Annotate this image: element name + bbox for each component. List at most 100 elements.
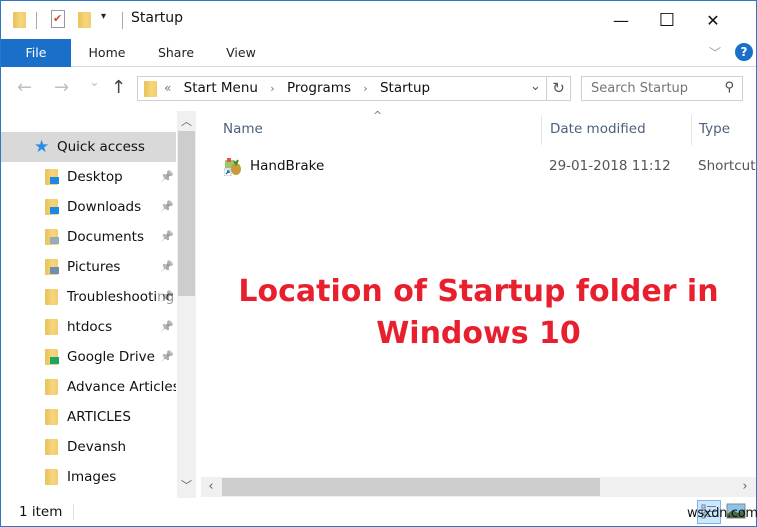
scrollbar-thumb[interactable]	[222, 478, 600, 496]
sidebar-item-label: Quick access	[57, 139, 145, 155]
content-horizontal-scrollbar[interactable]: ‹ ›	[201, 477, 756, 497]
pin-icon[interactable]: 📌	[158, 342, 174, 372]
properties-icon[interactable]	[51, 10, 65, 28]
scrollbar-thumb[interactable]	[178, 131, 195, 296]
column-header-date-modified[interactable]: Date modified	[550, 111, 646, 147]
sidebar-item-pictures[interactable]: Pictures 📌	[1, 252, 176, 282]
minimize-button[interactable]: —	[598, 1, 644, 39]
title-bar: ▾ Startup — ☐ ✕	[1, 1, 756, 39]
customize-dropdown-icon[interactable]: ▾	[101, 11, 106, 22]
window-title: Startup	[131, 10, 183, 26]
file-name[interactable]: HandBrake	[250, 151, 324, 181]
breadcrumb: « Start Menu › Programs › Startup	[164, 80, 430, 96]
sidebar-item-articles[interactable]: ARTICLES	[1, 402, 176, 432]
file-explorer-window: ▾ Startup — ☐ ✕ File Home Share View ﹀ ?…	[0, 0, 757, 527]
pin-icon[interactable]: 📌	[158, 282, 174, 312]
toolbar-separator	[122, 12, 123, 29]
scroll-right-arrow[interactable]: ›	[735, 477, 755, 497]
column-header-type[interactable]: Type	[699, 111, 730, 147]
address-bar[interactable]: « Start Menu › Programs › Startup ⌄	[137, 76, 547, 101]
file-list-pane: ^ Name Date modified Type HandBrake 29-0…	[201, 109, 756, 498]
folder-icon	[45, 289, 58, 305]
sidebar-item-images[interactable]: Images	[1, 462, 176, 492]
back-button[interactable]: ←	[17, 77, 32, 98]
file-row[interactable]: HandBrake 29-01-2018 11:12 Shortcut	[201, 151, 756, 181]
annotation-line-1: Location of Startup folder in	[238, 274, 719, 309]
pin-icon[interactable]: 📌	[158, 312, 174, 342]
maximize-button[interactable]: ☐	[644, 1, 690, 39]
pin-icon[interactable]: 📌	[158, 222, 174, 252]
desktop-folder-icon	[45, 169, 59, 185]
search-input[interactable]	[582, 77, 712, 100]
breadcrumb-startup[interactable]: Startup	[380, 80, 430, 96]
pin-icon[interactable]: 📌	[158, 162, 174, 192]
breadcrumb-overflow[interactable]: «	[164, 81, 171, 95]
ribbon-tabs: File Home Share View ﹀ ?	[1, 39, 756, 67]
sidebar-vertical-scrollbar[interactable]: ︿ ﹀	[177, 111, 196, 498]
sidebar-item-label: ARTICLES	[67, 409, 131, 425]
column-divider[interactable]	[691, 115, 692, 145]
sidebar-item-devansh[interactable]: Devansh	[1, 432, 176, 462]
tab-home[interactable]: Home	[83, 39, 131, 67]
downloads-folder-icon	[45, 199, 59, 215]
sidebar-item-label: htdocs	[67, 319, 113, 335]
status-divider	[73, 504, 74, 520]
sidebar-item-quick-access[interactable]: ★ Quick access	[1, 132, 176, 162]
breadcrumb-chevron-icon[interactable]: ›	[270, 82, 274, 95]
pictures-folder-icon	[45, 259, 59, 275]
recent-locations-button[interactable]: ⌄	[89, 75, 100, 90]
sidebar-item-desktop[interactable]: Desktop 📌	[1, 162, 176, 192]
sidebar-item-documents[interactable]: Documents 📌	[1, 222, 176, 252]
toolbar-separator	[36, 12, 37, 29]
scroll-left-arrow[interactable]: ‹	[201, 477, 221, 497]
file-date-modified: 29-01-2018 11:12	[549, 158, 671, 174]
sidebar-item-google-drive[interactable]: Google Drive 📌	[1, 342, 176, 372]
up-button[interactable]: ↑	[111, 77, 126, 98]
folder-icon	[45, 379, 58, 395]
breadcrumb-programs[interactable]: Programs	[287, 80, 351, 96]
navigation-pane: ★ Quick access Desktop 📌 Downloads 📌 Documen…	[1, 111, 201, 498]
sidebar-item-label: Images	[67, 469, 117, 485]
sidebar-item-label: Pictures	[67, 259, 121, 275]
pin-icon[interactable]: 📌	[158, 252, 174, 282]
help-icon[interactable]: ?	[735, 43, 753, 61]
breadcrumb-chevron-icon[interactable]: ›	[363, 82, 367, 95]
expand-ribbon-icon[interactable]: ﹀	[709, 44, 721, 61]
sidebar-item-downloads[interactable]: Downloads 📌	[1, 192, 176, 222]
sidebar-item-label: Devansh	[67, 439, 127, 455]
annotation-overlay: Location of Startup folder in Windows 10	[201, 271, 756, 355]
handbrake-shortcut-icon	[223, 157, 242, 177]
tab-file[interactable]: File	[1, 39, 71, 67]
google-drive-folder-icon	[45, 349, 59, 365]
search-icon[interactable]: ⚲	[724, 80, 734, 95]
folder-icon[interactable]	[13, 12, 26, 28]
column-header-name[interactable]: Name	[223, 111, 263, 147]
sidebar-item-label: Documents	[67, 229, 144, 245]
sidebar-item-label: Google Drive	[67, 349, 155, 365]
refresh-button[interactable]: ↻	[547, 76, 571, 101]
folder-icon	[144, 81, 157, 97]
sort-ascending-icon: ^	[373, 109, 383, 122]
star-icon: ★	[34, 137, 50, 157]
sidebar-item-label: Desktop	[67, 169, 123, 185]
folder-icon	[45, 319, 58, 335]
new-folder-icon[interactable]	[78, 12, 91, 28]
scroll-down-arrow[interactable]: ﹀	[177, 477, 196, 493]
forward-button[interactable]: →	[54, 77, 69, 98]
sidebar-item-htdocs[interactable]: htdocs 📌	[1, 312, 176, 342]
folder-icon	[45, 439, 58, 455]
breadcrumb-start-menu[interactable]: Start Menu	[184, 80, 258, 96]
watermark-text: wsxdn.com	[687, 506, 757, 521]
sidebar-item-label: Downloads	[67, 199, 142, 215]
annotation-line-2: Windows 10	[376, 316, 581, 351]
scroll-up-arrow[interactable]: ︿	[177, 113, 196, 129]
tab-view[interactable]: View	[221, 39, 261, 67]
search-box[interactable]: ⚲	[581, 76, 743, 101]
address-dropdown-icon[interactable]: ⌄	[530, 79, 541, 94]
sidebar-item-troubleshooting[interactable]: Troubleshooting 📌	[1, 282, 176, 312]
sidebar-item-advance-articles[interactable]: Advance Articles	[1, 372, 176, 402]
tab-share[interactable]: Share	[153, 39, 199, 67]
close-button[interactable]: ✕	[690, 1, 736, 39]
column-divider[interactable]	[541, 115, 542, 145]
pin-icon[interactable]: 📌	[158, 192, 174, 222]
